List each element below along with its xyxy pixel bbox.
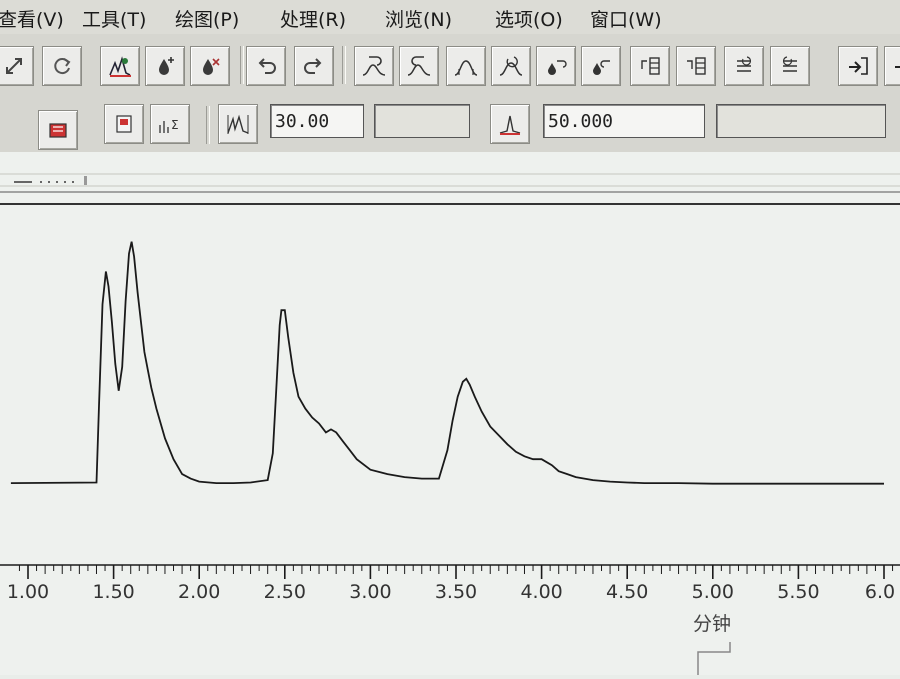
drop-redo-button[interactable]	[581, 46, 621, 86]
menu-process[interactable]: 处理(R)	[280, 5, 346, 32]
list-undo-button[interactable]	[724, 46, 764, 86]
toolbar-separator	[206, 106, 210, 144]
zoom-button[interactable]	[0, 46, 34, 86]
x-axis-tick-label: 6.0	[865, 581, 895, 603]
undo-button[interactable]	[246, 46, 286, 86]
peak-height-field[interactable]: 50.000	[543, 104, 705, 138]
drop-undo-icon	[548, 60, 567, 75]
table-redo-button[interactable]	[676, 46, 716, 86]
x-axis-tick-label: 2.50	[264, 581, 306, 603]
secondary-toolbar: ▼ Σ 30.00 50.000	[0, 94, 900, 242]
main-toolbar	[0, 34, 900, 95]
list-undo-icon	[737, 56, 752, 72]
x-axis-tick-label: 1.50	[92, 581, 134, 603]
chromatogram-panel: 1.00 1.50 2.00 2.50 3.00 3.50 4.00 4.50 5.00 5.50…	[0, 152, 900, 675]
peak-undo-icon	[362, 56, 386, 76]
sigma-icon: Σ	[159, 118, 179, 133]
svg-text:Σ: Σ	[171, 118, 179, 132]
drop-remove-button[interactable]	[190, 46, 230, 86]
threshold-field[interactable]: 30.00	[270, 104, 364, 138]
peak-height-icon	[499, 115, 521, 135]
peak-fit-icon	[454, 60, 478, 76]
peak-redo-icon	[407, 56, 431, 76]
x-axis-tick-label: 1.00	[7, 581, 49, 603]
toolbar-separator	[240, 46, 244, 84]
refresh-button[interactable]	[42, 46, 82, 86]
refresh-icon	[54, 58, 71, 75]
import-icon	[895, 66, 900, 68]
menu-browse[interactable]: 浏览(N)	[385, 5, 452, 32]
menu-window[interactable]: 窗口(W)	[590, 5, 662, 32]
peak-edit-icon	[109, 56, 131, 77]
drop-redo-icon	[593, 60, 610, 75]
peak-fit-button[interactable]	[446, 46, 486, 86]
x-axis-tick-label: 4.00	[520, 581, 562, 603]
table-redo-icon	[687, 57, 706, 75]
x-axis-tick-label: 5.50	[777, 581, 819, 603]
zoom-icon	[6, 58, 22, 74]
chromatogram-chart: 1.00 1.50 2.00 2.50 3.00 3.50 4.00 4.50 5.00 5.50…	[0, 152, 900, 675]
redo-button[interactable]	[294, 46, 334, 86]
drop-add-icon	[159, 57, 174, 75]
redo-icon	[304, 58, 322, 74]
x-axis-label: 分钟	[693, 613, 731, 635]
table-undo-button[interactable]	[630, 46, 670, 86]
open-file-icon	[116, 115, 132, 133]
export-icon	[849, 57, 868, 75]
toolbar-separator	[342, 46, 346, 84]
undo-icon	[258, 58, 276, 74]
table-undo-icon	[641, 57, 660, 75]
list-redo-icon	[782, 56, 797, 72]
integrate-sum-button[interactable]: Σ	[150, 104, 190, 144]
export-button[interactable]	[838, 46, 878, 86]
drop-add-button[interactable]	[145, 46, 185, 86]
print-preview-button[interactable]	[38, 110, 78, 150]
menu-options[interactable]: 选项(O)	[495, 5, 563, 32]
peak-reset-button[interactable]	[491, 46, 531, 86]
x-axis-tick-label: 3.50	[435, 581, 477, 603]
threshold-button[interactable]	[218, 104, 258, 144]
import-button[interactable]	[884, 46, 900, 86]
menu-bar: 查看(V) 工具(T) 绘图(P) 处理(R) 浏览(N) 选项(O) 窗口(W…	[0, 0, 900, 35]
print-preview-icon	[49, 123, 67, 138]
x-axis-tick-label: 3.00	[349, 581, 391, 603]
drop-undo-button[interactable]	[536, 46, 576, 86]
menu-plot[interactable]: 绘图(P)	[175, 5, 239, 32]
peak-undo-button[interactable]	[354, 46, 394, 86]
peak-edit-button[interactable]	[100, 46, 140, 86]
menu-view[interactable]: 查看(V)	[0, 5, 64, 32]
peak-height-button[interactable]	[490, 104, 530, 144]
x-axis-tick-label: 4.50	[606, 581, 648, 603]
threshold-extra-field[interactable]	[374, 104, 470, 138]
peak-redo-button[interactable]	[399, 46, 439, 86]
drop-remove-icon	[203, 58, 220, 75]
menu-tools[interactable]: 工具(T)	[82, 5, 146, 32]
x-axis-tick-label: 5.00	[692, 581, 734, 603]
list-redo-button[interactable]	[770, 46, 810, 86]
peak-height-extra-field[interactable]	[716, 104, 886, 138]
peak-width-icon	[227, 114, 249, 134]
x-axis-tick-label: 2.00	[178, 581, 220, 603]
peak-reset-icon	[499, 56, 523, 76]
open-file-button[interactable]	[104, 104, 144, 144]
